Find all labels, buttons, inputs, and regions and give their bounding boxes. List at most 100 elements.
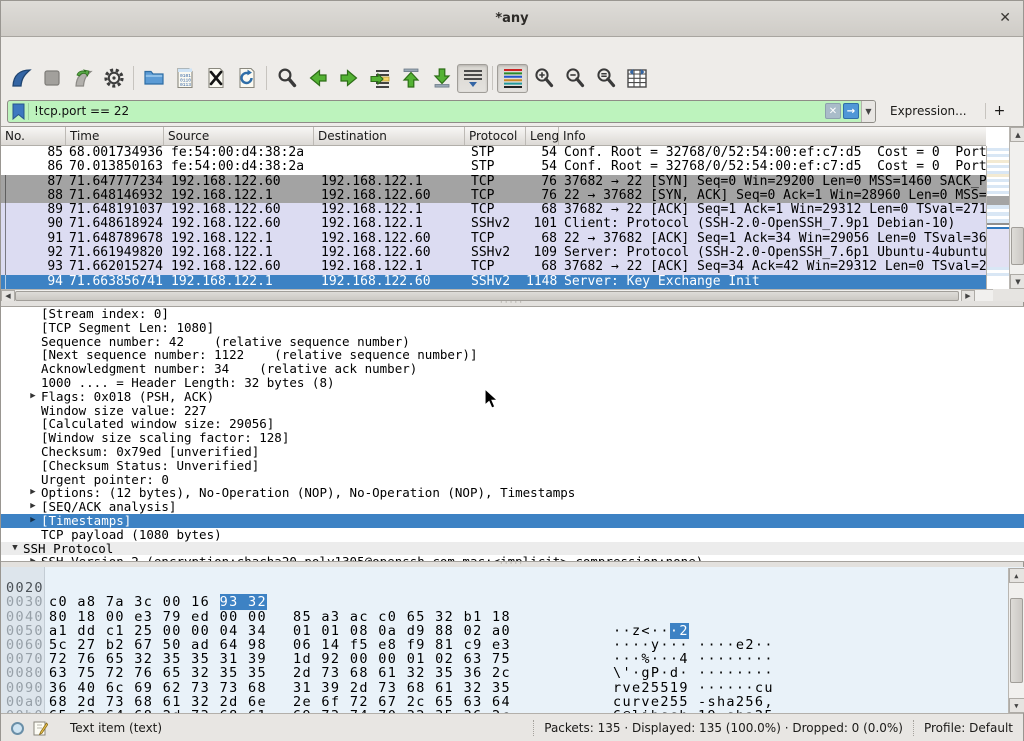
expand-arrow-icon[interactable] <box>25 431 41 445</box>
scrollbar-thumb[interactable] <box>15 291 959 301</box>
detail-row[interactable]: Checksum: 0x79ed [unverified] <box>1 445 1024 459</box>
menu-item[interactable] <box>37 46 53 52</box>
detail-row[interactable]: ▶ [Timestamps] <box>1 514 1024 528</box>
detail-row[interactable]: Window size value: 227 <box>1 404 1024 418</box>
packet-row[interactable]: 88 71.648146932 192.168.122.1 192.168.12… <box>1 189 986 203</box>
hex-row[interactable]: 0050 5c 27 b2 67 50 ad 64 98 1d 92 00 00… <box>1 610 1024 624</box>
expand-arrow-icon[interactable]: ▶ <box>25 486 41 500</box>
filter-apply-button[interactable]: → <box>843 103 859 119</box>
column-header-length[interactable]: Length <box>526 127 559 145</box>
colorize-toggle[interactable] <box>497 64 528 93</box>
column-header-info[interactable]: Info <box>559 127 986 145</box>
scroll-up-button[interactable]: ▲ <box>1009 568 1024 583</box>
hex-row[interactable]: 0060 72 76 65 32 35 35 31 39 2d 73 68 61… <box>1 624 1024 638</box>
expand-arrow-icon[interactable] <box>25 307 41 321</box>
hex-row[interactable]: 0020 c0 a8 7a 3c 00 16 93 32 85 a3 ac c0… <box>1 567 1024 581</box>
packet-row[interactable]: 91 71.648789678 192.168.122.1 192.168.12… <box>1 232 986 246</box>
detail-row[interactable]: ▶ Options: (12 bytes), No-Operation (NOP… <box>1 486 1024 500</box>
go-to-packet-button[interactable] <box>364 64 395 93</box>
scrollbar-thumb[interactable] <box>1010 598 1023 683</box>
expand-arrow-icon[interactable] <box>25 459 41 473</box>
expand-arrow-icon[interactable]: ▶ <box>25 514 41 528</box>
filter-history-dropdown[interactable]: ▼ <box>861 101 875 122</box>
packet-row[interactable]: 94 71.663856741 192.168.122.1 192.168.12… <box>1 275 986 289</box>
menu-item[interactable] <box>21 46 37 52</box>
packet-row[interactable]: 90 71.648618924 192.168.122.60 192.168.1… <box>1 217 986 231</box>
detail-row[interactable]: TCP payload (1080 bytes) <box>1 528 1024 542</box>
go-last-button[interactable] <box>426 64 457 93</box>
packet-row[interactable]: 85 68.001734936 fe:54:00:d4:38:2a STP 54… <box>1 146 986 160</box>
capture-options-button[interactable] <box>98 64 129 93</box>
scroll-down-button[interactable]: ▼ <box>1009 698 1024 713</box>
menu-item[interactable] <box>117 46 133 52</box>
expand-arrow-icon[interactable] <box>25 528 41 542</box>
packet-list-minimap[interactable] <box>986 146 1009 289</box>
expression-button[interactable]: Expression... <box>890 104 967 118</box>
capture-start-button[interactable] <box>5 64 36 93</box>
column-header-protocol[interactable]: Protocol <box>465 127 526 145</box>
filter-bookmark-icon[interactable] <box>12 103 25 120</box>
menu-item[interactable] <box>69 46 85 52</box>
expand-arrow-icon[interactable]: ▶ <box>25 555 41 562</box>
hex-row[interactable]: 00b0 38 34 2c 65 63 64 68 2d 73 68 61 32… <box>1 695 1024 709</box>
scroll-down-button[interactable]: ▼ <box>1010 274 1024 289</box>
menu-item[interactable] <box>85 46 101 52</box>
expand-arrow-icon[interactable] <box>25 321 41 335</box>
packet-row[interactable]: 93 71.662015274 192.168.122.60 192.168.1… <box>1 260 986 274</box>
detail-row[interactable]: [TCP Segment Len: 1080] <box>1 321 1024 335</box>
zoom-100-button[interactable] <box>590 64 621 93</box>
find-packet-button[interactable] <box>271 64 302 93</box>
detail-row[interactable]: Sequence number: 42 (relative sequence n… <box>1 335 1024 349</box>
display-filter-input[interactable]: !tcp.port == 22 ✕ → ▼ <box>7 100 876 123</box>
expert-info-icon[interactable] <box>11 722 24 735</box>
auto-scroll-toggle[interactable] <box>457 64 488 93</box>
detail-row[interactable]: [Next sequence number: 1122 (relative se… <box>1 348 1024 362</box>
menu-item[interactable] <box>5 46 21 52</box>
detail-row[interactable]: [Window size scaling factor: 128] <box>1 431 1024 445</box>
capture-comment-icon[interactable] <box>33 720 48 736</box>
expand-arrow-icon[interactable] <box>25 417 41 431</box>
hex-row[interactable]: 0090 68 2d 73 68 61 32 2d 6e 69 73 74 70… <box>1 666 1024 680</box>
expand-arrow-icon[interactable] <box>25 404 41 418</box>
menu-item[interactable] <box>149 46 165 52</box>
expand-arrow-icon[interactable]: ▼ <box>7 542 23 556</box>
detail-row[interactable]: ▶ [SEQ/ACK analysis] <box>1 500 1024 514</box>
detail-row[interactable]: Urgent pointer: 0 <box>1 473 1024 487</box>
zoom-in-button[interactable] <box>528 64 559 93</box>
packet-row[interactable]: 89 71.648191037 192.168.122.60 192.168.1… <box>1 203 986 217</box>
add-filter-button[interactable]: + <box>985 103 1014 119</box>
scroll-up-button[interactable]: ▲ <box>1010 127 1024 142</box>
hex-row[interactable]: 0080 36 40 6c 69 62 73 73 68 2e 6f 72 67… <box>1 652 1024 666</box>
column-header-time[interactable]: Time <box>66 127 164 145</box>
detail-row[interactable]: ▶ Flags: 0x018 (PSH, ACK) <box>1 390 1024 404</box>
expand-arrow-icon[interactable] <box>25 445 41 459</box>
expand-arrow-icon[interactable] <box>25 348 41 362</box>
hex-row[interactable]: 0070 63 75 72 76 65 32 35 35 31 39 2d 73… <box>1 638 1024 652</box>
column-header-source[interactable]: Source <box>164 127 314 145</box>
hex-vscrollbar[interactable]: ▲ ▼ <box>1008 568 1024 713</box>
detail-row[interactable]: [Calculated window size: 29056] <box>1 417 1024 431</box>
expand-arrow-icon[interactable] <box>25 376 41 390</box>
close-window-button[interactable]: ✕ <box>999 10 1011 26</box>
detail-row[interactable]: ▼ SSH Protocol <box>1 542 1024 556</box>
go-first-button[interactable] <box>395 64 426 93</box>
hex-row[interactable]: 0030 80 18 00 e3 79 ed 00 00 01 01 08 0a… <box>1 581 1024 595</box>
filter-clear-button[interactable]: ✕ <box>825 103 841 119</box>
capture-stop-button[interactable] <box>36 64 67 93</box>
expand-arrow-icon[interactable] <box>25 473 41 487</box>
menu-item[interactable] <box>165 46 181 52</box>
hex-row[interactable]: 0040 a1 dd c1 25 00 00 04 34 06 14 f5 e8… <box>1 595 1024 609</box>
detail-row[interactable]: [Checksum Status: Unverified] <box>1 459 1024 473</box>
file-open-button[interactable] <box>138 64 169 93</box>
title-bar[interactable]: *any ✕ <box>1 1 1023 37</box>
packet-row[interactable]: 86 70.013850163 fe:54:00:d4:38:2a STP 54… <box>1 160 986 174</box>
zoom-out-button[interactable] <box>559 64 590 93</box>
reload-button[interactable] <box>231 64 262 93</box>
resize-columns-button[interactable] <box>621 64 652 93</box>
hex-row[interactable]: 00a0 65 63 64 68 2d 73 68 61 32 2d 6e 69… <box>1 681 1024 695</box>
expand-arrow-icon[interactable] <box>25 362 41 376</box>
menu-item[interactable] <box>101 46 117 52</box>
column-header-destination[interactable]: Destination <box>314 127 465 145</box>
expand-arrow-icon[interactable]: ▶ <box>25 390 41 404</box>
expand-arrow-icon[interactable]: ▶ <box>25 500 41 514</box>
